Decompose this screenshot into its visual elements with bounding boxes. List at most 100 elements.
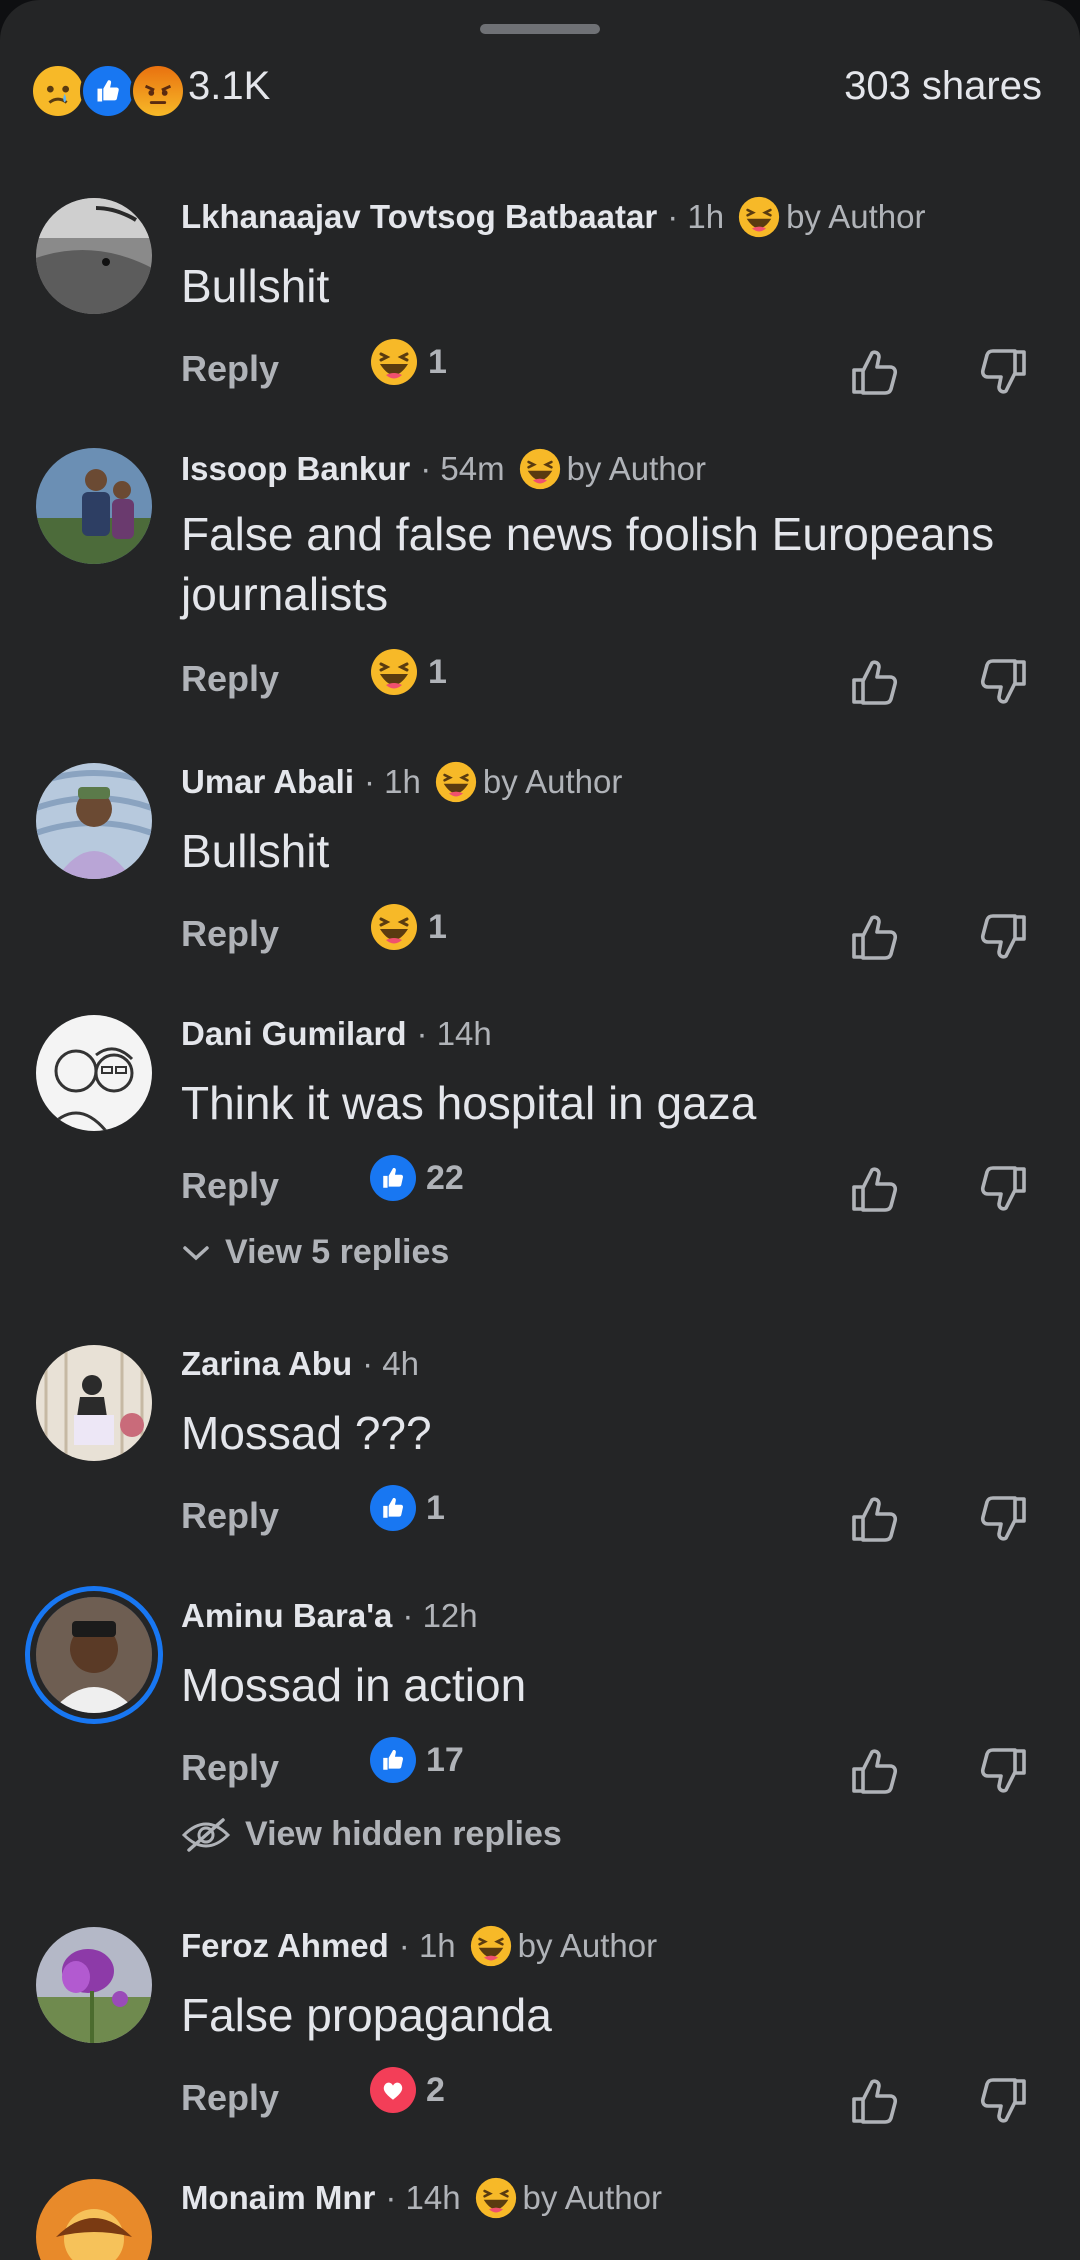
author-name[interactable]: Dani Gumilard [181,1015,407,1053]
author-name[interactable]: Umar Abali [181,763,354,801]
upvote-icon[interactable] [846,1161,902,1217]
reply-button[interactable]: Reply [181,2077,279,2119]
upvote-icon[interactable] [846,909,902,965]
avatar[interactable] [36,1015,152,1131]
downvote-icon[interactable] [976,1161,1032,1217]
comment-reaction-count: 1 [428,907,447,946]
downvote-icon[interactable] [976,1491,1032,1547]
by-author-label: by Author [482,763,623,800]
comment-header: Aminu Bara'a · 12h [181,1591,478,1641]
comment-actions: Reply 2 [0,2063,1080,2133]
reply-button[interactable]: Reply [181,348,279,390]
comment-time: · 14h [416,1015,492,1052]
comment-header: Issoop Bankur · 54m by Author [181,444,706,494]
view-replies-label: View 5 replies [225,1233,450,1271]
angry-icon [130,63,186,119]
comment-header: Zarina Abu · 4h [181,1339,419,1389]
comment-actions: Reply 1 [0,334,1080,404]
downvote-icon[interactable] [976,909,1032,965]
comment-reaction-count: 2 [426,2070,445,2109]
comment-reaction-count: 17 [426,1740,464,1779]
upvote-icon[interactable] [846,1491,902,1547]
avatar[interactable] [36,1345,152,1461]
reaction-summary[interactable]: 3.1K 303 shares [30,58,1042,120]
reaction-count-chip[interactable]: 1 [370,1485,445,1531]
by-author-label: by Author [517,1927,658,1964]
reaction-count-chip[interactable]: 1 [370,338,447,386]
view-hidden-replies-button[interactable]: View hidden replies [181,1815,562,1854]
comment-text: Bullshit [181,825,330,877]
comment-text: Bullshit [181,260,330,312]
downvote-icon[interactable] [976,1743,1032,1799]
downvote-icon[interactable] [976,344,1032,400]
drag-handle[interactable] [480,24,600,34]
author-reaction-badge: by Author [475,2177,662,2219]
avatar[interactable] [36,763,152,879]
comment-text: Think it was hospital in gaza [181,1077,757,1129]
comment-header: Dani Gumilard · 14h [181,1009,492,1059]
comment-reaction-count: 1 [426,1488,445,1527]
author-name[interactable]: Monaim Mnr [181,2179,375,2217]
author-name[interactable]: Lkhanaajav Tovtsog Batbaatar [181,198,657,236]
chevron-down-icon [183,1245,209,1260]
author-reaction-badge: by Author [738,196,926,238]
comment-time: · 14h [385,2179,461,2216]
like-icon [370,1737,416,1783]
comment-header: Feroz Ahmed · 1h by Author [181,1921,657,1971]
shares-count[interactable]: 303 shares [844,64,1042,109]
by-author-label: by Author [522,2179,662,2216]
upvote-icon[interactable] [846,654,902,710]
reply-button[interactable]: Reply [181,913,279,955]
author-name[interactable]: Feroz Ahmed [181,1927,389,1965]
like-icon [80,63,136,119]
reaction-count[interactable]: 3.1K [188,64,270,109]
comment-actions: Reply 1 [0,644,1080,714]
comment-time: · 1h [364,763,421,800]
view-hidden-replies-label: View hidden replies [245,1815,562,1853]
reply-button[interactable]: Reply [181,1747,279,1789]
reaction-count-chip[interactable]: 22 [370,1155,464,1201]
reply-button[interactable]: Reply [181,1165,279,1207]
comment-text: Mossad ??? [181,1407,432,1459]
reaction-count-chip[interactable]: 2 [370,2067,445,2113]
comment-reaction-count: 22 [426,1158,464,1197]
author-name[interactable]: Aminu Bara'a [181,1597,392,1635]
reply-button[interactable]: Reply [181,658,279,700]
comment-actions: Reply 1 [0,899,1080,969]
reaction-count-chip[interactable]: 17 [370,1737,464,1783]
avatar[interactable] [36,1597,152,1713]
comment-time: · 4h [362,1345,419,1382]
comment-text: False and false news foolish Europeans j… [181,508,995,620]
eye-slash-icon [181,1817,231,1852]
comment-text: False propaganda [181,1989,552,2041]
author-reaction-badge: by Author [435,761,622,803]
by-author-label: by Author [786,198,926,235]
comment-header: Umar Abali · 1h by Author [181,757,622,807]
reaction-count-chip[interactable]: 1 [370,903,447,951]
view-replies-button[interactable]: View 5 replies [181,1233,449,1272]
avatar[interactable] [36,198,152,314]
comment-time: · 12h [402,1597,478,1634]
haha-icon [738,196,780,238]
reaction-count-chip[interactable]: 1 [370,648,447,696]
avatar[interactable] [36,2179,152,2260]
reply-button[interactable]: Reply [181,1495,279,1537]
haha-icon [370,903,418,951]
comment-time: · 1h [667,198,725,235]
author-name[interactable]: Issoop Bankur [181,450,410,488]
comment-actions: Reply 17 [0,1733,1080,1803]
upvote-icon[interactable] [846,2073,902,2129]
sad-icon [30,63,86,119]
haha-icon [435,761,477,803]
upvote-icon[interactable] [846,1743,902,1799]
downvote-icon[interactable] [976,2073,1032,2129]
avatar[interactable] [36,1927,152,2043]
upvote-icon[interactable] [846,344,902,400]
avatar[interactable] [36,448,152,564]
haha-icon [370,338,418,386]
downvote-icon[interactable] [976,654,1032,710]
comment-header: Lkhanaajav Tovtsog Batbaatar · 1h by Aut… [181,192,926,242]
author-reaction-badge: by Author [519,448,706,490]
author-name[interactable]: Zarina Abu [181,1345,352,1383]
haha-icon [519,448,561,490]
